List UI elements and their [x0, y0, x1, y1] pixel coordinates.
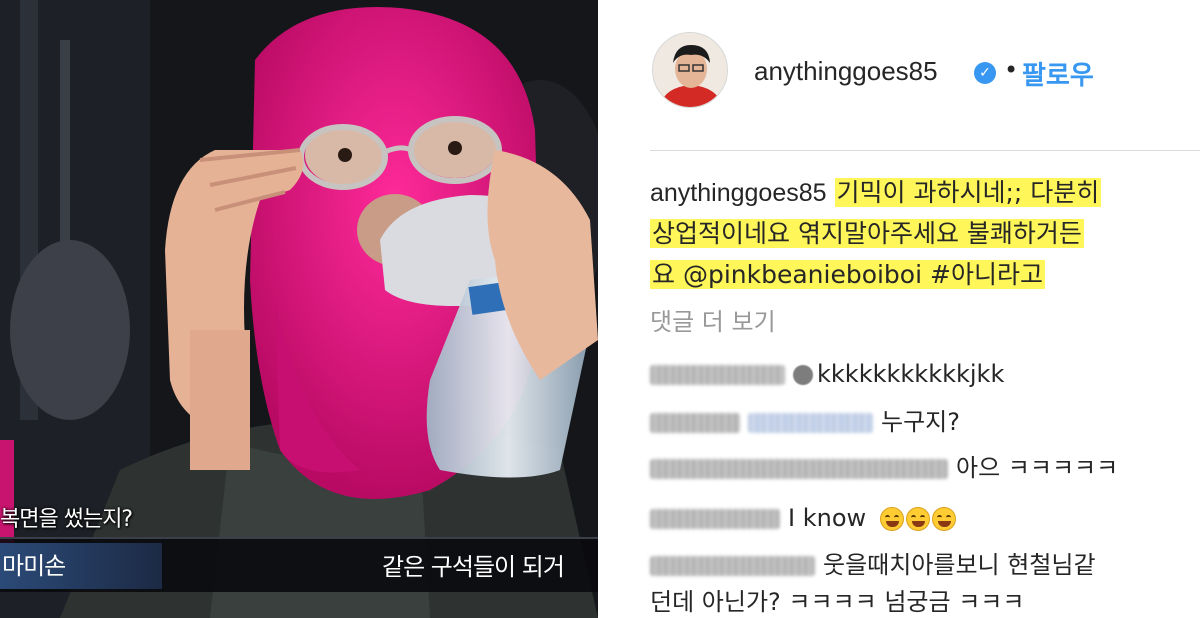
caption-text-line-1: 기믹이 과하시네;; 다분히 — [834, 178, 1102, 207]
comment-text: kkkkkkkkkkkjkk — [817, 360, 1005, 388]
comment-text: I know — [788, 504, 867, 532]
comment-continuation: 던데 아닌가? ㅋㅋㅋㅋ 넘궁금 ㅋㅋㅋ — [650, 588, 1025, 616]
caption-text-line-2: 상업적이네요 엮지말아주세요 불쾌하거든 — [650, 219, 1084, 248]
comment-text: 웃을때치아를보니 현철님같 — [823, 551, 1096, 579]
caption-text-line-3: 요 @pinkbeanieboiboi #아니라고 — [650, 260, 1045, 289]
mention-icon — [793, 365, 813, 385]
blurred-username[interactable] — [650, 556, 815, 576]
comment-row: 웃을때치아를보니 현철님같 — [650, 547, 1096, 583]
speaker-name: 마미손 — [0, 543, 162, 589]
blurred-mention[interactable] — [748, 413, 873, 433]
separator-dot: • — [1004, 56, 1019, 84]
follow-button[interactable]: 팔로우 — [1022, 55, 1094, 92]
more-comments-link[interactable]: 댓글 더 보기 — [650, 302, 776, 337]
instagram-post: anythinggoes85 ✓ • 팔로우 anythinggoes85 기믹이… — [600, 0, 1200, 618]
video-frame: 복면을 썼는지? 마미손 같은 구석들이 되거 — [0, 0, 598, 618]
blurred-username[interactable] — [650, 413, 740, 433]
avatar-photo — [653, 33, 727, 107]
blurred-username[interactable] — [650, 459, 948, 479]
subtitle-question: 복면을 썼는지? — [0, 507, 133, 532]
verified-badge-icon: ✓ — [974, 62, 996, 84]
header-divider — [650, 150, 1200, 151]
comment-row: 누구지? — [650, 404, 960, 440]
grinning-emoji-icon — [931, 507, 956, 531]
comment-text: 아으 ㅋㅋㅋㅋㅋ — [956, 454, 1119, 482]
subtitle-text: 같은 구석들이 되거 — [382, 553, 565, 581]
avatar[interactable] — [652, 32, 728, 108]
grinning-emoji-icon — [879, 507, 904, 531]
grinning-emoji-icon — [905, 507, 930, 531]
blurred-username[interactable] — [650, 365, 785, 385]
caption-username[interactable]: anythinggoes85 — [650, 179, 827, 207]
post-username[interactable]: anythinggoes85 — [754, 56, 938, 87]
comment-row: I know — [650, 500, 958, 536]
post-caption: anythinggoes85 기믹이 과하시네;; 다분히 상업적이네요 엮지말아… — [650, 172, 1200, 295]
blurred-username[interactable] — [650, 509, 780, 529]
comment-row: kkkkkkkkkkkjkk — [650, 356, 1004, 392]
comment-text: 누구지? — [881, 408, 960, 436]
comment-row: 아으 ㅋㅋㅋㅋㅋ — [650, 450, 1118, 486]
